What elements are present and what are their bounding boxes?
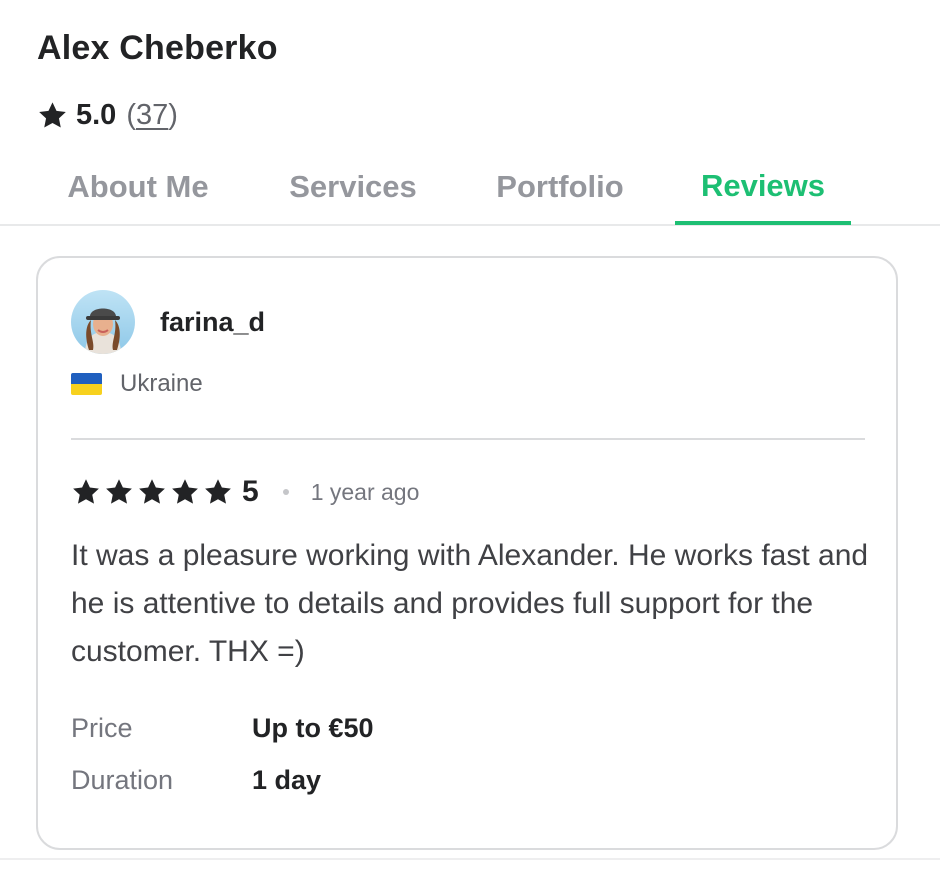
- review-score: 5: [242, 475, 259, 508]
- ukraine-flag-icon: [71, 373, 102, 395]
- reviewer-row: farina_d: [71, 290, 265, 354]
- rating-count-close: ): [168, 98, 178, 131]
- tab-portfolio[interactable]: Portfolio: [470, 150, 650, 224]
- reviewer-avatar[interactable]: [71, 290, 135, 354]
- profile-tabs: About Me Services Portfolio Reviews: [0, 150, 940, 226]
- tab-about-me[interactable]: About Me: [38, 150, 238, 224]
- star-icon: [172, 479, 198, 504]
- country-name: Ukraine: [120, 370, 203, 397]
- star-icon: [139, 479, 165, 504]
- star-icon: [73, 479, 99, 504]
- price-row: Price Up to €50: [71, 710, 374, 746]
- duration-row: Duration 1 day: [71, 762, 321, 798]
- duration-value: 1 day: [252, 764, 322, 795]
- star-icon: [205, 479, 231, 504]
- card-divider: [71, 438, 865, 440]
- star-icon: [39, 101, 66, 128]
- tab-services[interactable]: Services: [265, 150, 441, 224]
- seller-rating: 5.0 (37): [37, 98, 278, 132]
- tab-reviews[interactable]: Reviews: [675, 150, 851, 225]
- bottom-divider: [0, 858, 940, 860]
- separator-dot: [282, 489, 289, 495]
- rating-value: 5.0: [76, 98, 117, 131]
- seller-name: Alex Cheberko: [37, 29, 278, 67]
- price-value: Up to €50: [252, 712, 374, 743]
- duration-label: Duration: [71, 764, 174, 795]
- review-text: It was a pleasure working with Alexander…: [71, 539, 869, 668]
- price-label: Price: [71, 712, 133, 743]
- rating-count-open: (: [126, 98, 136, 131]
- rating-count-wrapper: (37): [126, 99, 178, 132]
- reviewer-country: Ukraine: [71, 370, 203, 398]
- star-icon: [106, 479, 132, 504]
- review-time: 1 year ago: [310, 478, 420, 505]
- reviewer-name[interactable]: farina_d: [160, 307, 265, 338]
- rating-count-link[interactable]: 37: [136, 99, 168, 131]
- review-rating: 5 1 year ago: [71, 474, 419, 510]
- review-card: farina_d Ukraine 5 1 year ago It was a p…: [36, 256, 898, 850]
- profile-header: Alex Cheberko 5.0 (37): [37, 28, 278, 132]
